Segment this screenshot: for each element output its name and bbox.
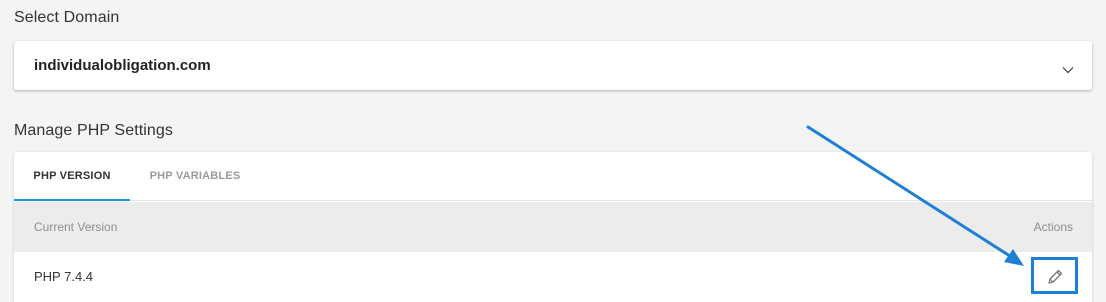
- php-settings-card: PHP VERSION PHP VARIABLES Current Versio…: [14, 152, 1092, 302]
- edit-php-version-button[interactable]: [1031, 257, 1078, 294]
- column-header-actions: Actions: [1033, 220, 1073, 234]
- selected-domain-value: individualobligation.com: [34, 57, 211, 74]
- manage-php-settings-label: Manage PHP Settings: [14, 122, 174, 139]
- pencil-icon: [1048, 269, 1063, 284]
- select-domain-label: Select Domain: [14, 9, 120, 26]
- tab-php-version[interactable]: PHP VERSION: [14, 152, 130, 201]
- php-settings-page: Select Domain individualobligation.com M…: [0, 0, 1106, 302]
- domain-select[interactable]: individualobligation.com: [14, 41, 1092, 90]
- chevron-down-icon[interactable]: [1062, 61, 1074, 74]
- php-version-value: PHP 7.4.4: [34, 269, 94, 284]
- php-tabs: PHP VERSION PHP VARIABLES: [14, 152, 1092, 201]
- column-header-current-version: Current Version: [34, 220, 118, 234]
- table-header: Current Version Actions: [14, 202, 1092, 252]
- tab-php-variables[interactable]: PHP VARIABLES: [140, 152, 250, 201]
- table-row: PHP 7.4.4: [14, 252, 1092, 302]
